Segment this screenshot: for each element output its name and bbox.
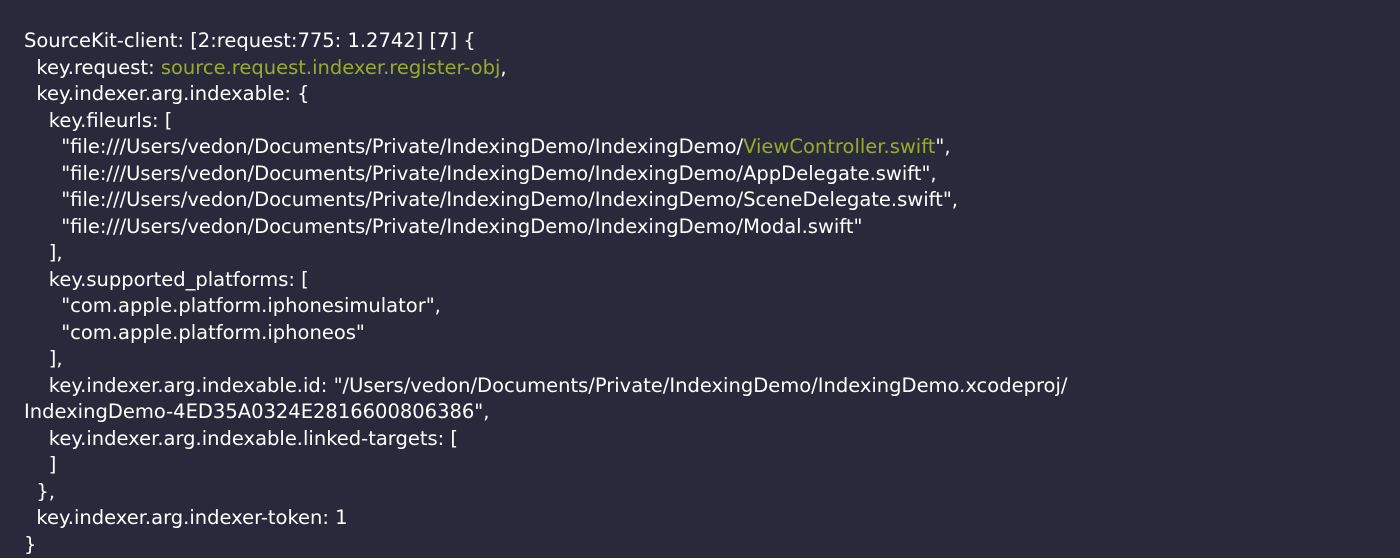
log-line-request: key.request: source.request.indexer.regi…	[24, 55, 1400, 82]
log-line: },	[24, 479, 1400, 506]
log-line: key.indexer.arg.indexable.linked-targets…	[24, 426, 1400, 453]
log-line: key.fileurls: [	[24, 108, 1400, 135]
log-line-platform: "com.apple.platform.iphonesimulator",	[24, 293, 1400, 320]
fileurl-highlighted-filename: ViewController.swift	[743, 135, 935, 158]
log-line: }	[24, 532, 1400, 558]
log-line: SourceKit-client: [2:request:775: 1.2742…	[24, 28, 1400, 55]
request-key: key.request:	[24, 56, 161, 79]
log-line-fileurl: "file:///Users/vedon/Documents/Private/I…	[24, 187, 1400, 214]
log-line-fileurl: "file:///Users/vedon/Documents/Private/I…	[24, 214, 1400, 241]
console-log-view: SourceKit-client: [2:request:775: 1.2742…	[0, 0, 1400, 557]
log-line: key.indexer.arg.indexer-token: 1	[24, 505, 1400, 532]
fileurl-suffix: ",	[935, 135, 950, 158]
log-line: ],	[24, 346, 1400, 373]
request-comma: ,	[500, 56, 506, 79]
log-line: key.supported_platforms: [	[24, 267, 1400, 294]
log-line-platform: "com.apple.platform.iphoneos"	[24, 320, 1400, 347]
log-line: key.indexer.arg.indexable: {	[24, 81, 1400, 108]
request-value: source.request.indexer.register-obj	[161, 56, 501, 79]
log-line-fileurl: "file:///Users/vedon/Documents/Private/I…	[24, 134, 1400, 161]
log-line: ],	[24, 240, 1400, 267]
log-line: IndexingDemo-4ED35A0324E2816600806386",	[24, 399, 1400, 426]
fileurl-path: "file:///Users/vedon/Documents/Private/I…	[24, 135, 743, 158]
log-line: key.indexer.arg.indexable.id: "/Users/ve…	[24, 373, 1400, 400]
log-line-fileurl: "file:///Users/vedon/Documents/Private/I…	[24, 161, 1400, 188]
log-line: ]	[24, 452, 1400, 479]
